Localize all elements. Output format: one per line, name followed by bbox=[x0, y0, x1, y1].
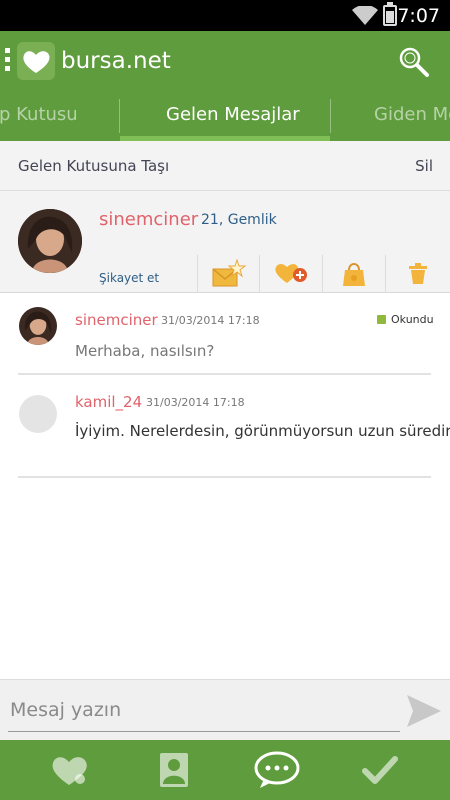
tab-outbox-partial[interactable]: p Kutusu bbox=[0, 91, 78, 141]
tab-bar: p Kutusu Gelen Mesajlar Giden Me bbox=[0, 91, 450, 141]
gift-icon bbox=[342, 263, 365, 286]
nav-item-messages[interactable] bbox=[227, 740, 327, 800]
message-text: İyiyim. Nerelerdesin, görünmüyorsun uzun… bbox=[75, 422, 450, 440]
gift-button[interactable] bbox=[322, 255, 384, 293]
avatar[interactable] bbox=[19, 307, 57, 345]
nav-item-matches[interactable] bbox=[20, 740, 120, 800]
nav-item-profile[interactable] bbox=[124, 740, 224, 800]
status-time: 7:07 bbox=[397, 5, 440, 27]
avatar[interactable] bbox=[19, 395, 57, 433]
message-input[interactable] bbox=[8, 688, 400, 732]
tab-inbox[interactable]: Gelen Mesajlar bbox=[166, 91, 300, 141]
new-message-icon bbox=[212, 259, 246, 287]
chat-icon bbox=[254, 751, 300, 788]
add-favorite-button[interactable] bbox=[259, 255, 321, 293]
compose-bar bbox=[0, 679, 450, 740]
message-thread: sinemciner 31/03/2014 17:18 Okundu Merha… bbox=[0, 293, 450, 679]
report-link[interactable]: Şikayet et bbox=[99, 271, 159, 285]
trash-icon bbox=[409, 263, 427, 284]
delete-button[interactable]: Sil bbox=[415, 157, 433, 175]
new-message-button[interactable] bbox=[197, 255, 259, 293]
profile-header: sinemciner 21, Gemlik Şikayet et bbox=[0, 191, 450, 293]
message-date: 31/03/2014 17:18 bbox=[161, 314, 260, 327]
message-date: 31/03/2014 17:18 bbox=[146, 396, 245, 409]
bottom-nav bbox=[0, 740, 450, 800]
nav-item-checks[interactable] bbox=[330, 740, 430, 800]
trash-button[interactable] bbox=[385, 255, 450, 293]
logo-heart-icon[interactable] bbox=[17, 42, 55, 80]
menu-icon[interactable] bbox=[5, 48, 11, 74]
message-username[interactable]: sinemciner bbox=[75, 311, 158, 329]
profile-icon bbox=[160, 753, 188, 787]
battery-icon bbox=[383, 2, 397, 26]
read-status-label: Okundu bbox=[391, 313, 434, 326]
move-to-inbox-button[interactable]: Gelen Kutusuna Taşı bbox=[18, 157, 169, 175]
list-item: sinemciner 31/03/2014 17:18 Okundu Merha… bbox=[0, 293, 450, 375]
message-text: Merhaba, nasılsın? bbox=[75, 342, 215, 360]
tab-sent-partial[interactable]: Giden Me bbox=[374, 91, 450, 141]
list-item: kamil_24 31/03/2014 17:18 İyiyim. Nerele… bbox=[0, 375, 450, 479]
profile-username[interactable]: sinemciner bbox=[99, 209, 198, 230]
read-status: Okundu bbox=[377, 313, 434, 326]
message-username[interactable]: kamil_24 bbox=[75, 393, 142, 411]
send-icon[interactable] bbox=[405, 693, 443, 729]
check-icon bbox=[362, 756, 398, 784]
avatar[interactable] bbox=[18, 209, 82, 273]
app-title: bursa.net bbox=[61, 48, 171, 74]
profile-age-location: 21, Gemlik bbox=[201, 212, 277, 228]
divider bbox=[18, 476, 431, 478]
search-icon[interactable] bbox=[398, 46, 430, 78]
wifi-icon bbox=[352, 6, 378, 25]
message-actions-row: Gelen Kutusuna Taşı Sil bbox=[0, 141, 450, 191]
read-check-icon bbox=[377, 315, 386, 324]
favorite-add-icon bbox=[274, 264, 307, 283]
action-bar: bursa.net bbox=[0, 31, 450, 91]
status-bar: 7:07 bbox=[0, 0, 450, 31]
heart-icon bbox=[52, 757, 87, 785]
